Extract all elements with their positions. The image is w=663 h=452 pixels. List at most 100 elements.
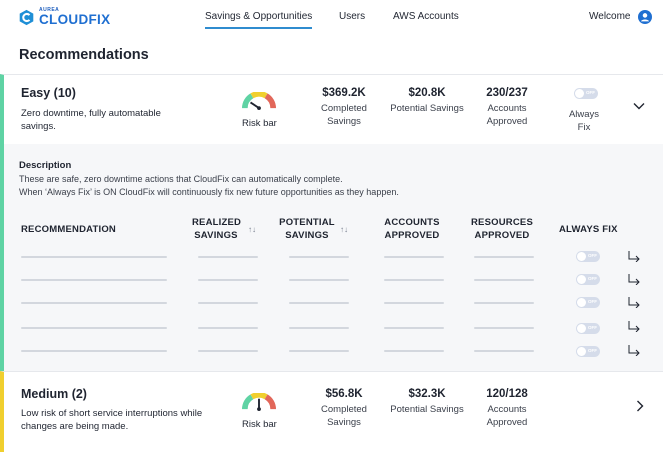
chevron-right-icon[interactable] [633,399,647,413]
nav-aws-accounts[interactable]: AWS Accounts [393,11,459,22]
loading-placeholder [198,279,258,281]
risk-gauge-icon [242,393,276,411]
row-always-fix-toggle[interactable]: OFF [576,297,600,308]
description-heading: Description [19,160,72,171]
nav-savings-opportunities[interactable]: Savings & Opportunities [205,11,313,29]
loading-placeholder [474,279,534,281]
loading-placeholder [289,327,349,329]
loading-placeholder [21,279,167,281]
accounts-approved-label: Accounts Approved [486,103,528,127]
potential-savings-label: Potential Savings [390,103,464,114]
completed-savings-label: Completed Savings [321,404,367,428]
column-header-line: RESOURCES [471,217,533,228]
completed-savings-stat: $369.2K Completed Savings [304,87,384,128]
accounts-approved-value: 230/237 [486,87,528,99]
row-always-fix-toggle[interactable]: OFF [576,274,600,285]
row-always-fix-toggle[interactable]: OFF [576,251,600,262]
cloudfix-logo[interactable]: AUREA CLOUDFIX [18,8,110,27]
loading-placeholder [384,279,444,281]
column-header-recommendation: RECOMMENDATION [21,224,116,235]
risk-bar-label: Risk bar [242,118,277,129]
description-line-2: When ‘Always Fix’ is ON CloudFix will co… [19,187,399,197]
drill-down-arrow-icon[interactable] [627,296,641,308]
loading-placeholder [198,327,258,329]
drill-down-arrow-icon[interactable] [627,320,641,332]
row-always-fix-toggle[interactable]: OFF [576,346,600,357]
tier-card-easy[interactable]: Easy (10) Zero downtime, fully automatab… [0,74,663,144]
loading-placeholder [21,302,167,304]
nav-users[interactable]: Users [339,11,365,22]
potential-savings-value: $20.8K [408,87,446,99]
sort-icon[interactable]: ↑↓ [340,225,348,234]
loading-placeholder [289,279,349,281]
toggle-state-text: OFF [588,276,597,281]
column-header-line: POTENTIAL [279,217,335,228]
completed-savings-value: $369.2K [322,87,366,99]
column-header-line: REALIZED [192,217,242,228]
welcome-text: Welcome [589,11,631,22]
always-fix-label: Always Fix [568,109,600,133]
toggle-state-text: OFF [586,90,595,95]
tier-title: Medium (2) [21,387,87,401]
description-line-1: These are safe, zero downtime actions th… [19,174,343,184]
user-avatar-icon[interactable] [638,10,652,24]
loading-placeholder [474,302,534,304]
loading-placeholder [474,327,534,329]
tier-description: Low risk of short service interruptions … [21,408,203,432]
loading-placeholder [21,327,167,329]
loading-placeholder [198,302,258,304]
column-header-accounts-approved: ACCOUNTS APPROVED [381,216,443,242]
column-header-line: ACCOUNTS [384,217,440,228]
column-header-resources-approved: RESOURCES APPROVED [469,216,535,242]
loading-placeholder [384,327,444,329]
potential-savings-label: Potential Savings [390,404,464,415]
loading-placeholder [474,350,534,352]
column-header-realized-savings[interactable]: REALIZED SAVINGS [192,216,242,242]
accounts-approved-value: 120/128 [486,388,528,400]
loading-placeholder [384,256,444,258]
loading-placeholder [289,256,349,258]
drill-down-arrow-icon[interactable] [627,250,641,262]
tier-description: Zero downtime, fully automatable savings… [21,108,161,132]
tier-title: Easy (10) [21,86,76,100]
column-header-line: APPROVED [384,230,440,241]
row-always-fix-toggle[interactable]: OFF [576,323,600,334]
top-navigation-bar: AUREA CLOUDFIX Savings & Opportunities U… [0,0,663,36]
accounts-approved-stat: 230/237 Accounts Approved [467,87,547,128]
easy-details-panel: Description These are safe, zero downtim… [0,144,663,371]
always-fix-toggle[interactable]: OFF [574,88,598,99]
risk-bar-label: Risk bar [242,419,277,430]
potential-savings-stat: $20.8K Potential Savings [387,87,467,115]
chevron-down-icon[interactable] [632,99,646,113]
loading-placeholder [198,350,258,352]
loading-placeholder [198,256,258,258]
loading-placeholder [474,256,534,258]
loading-placeholder [384,302,444,304]
page-title: Recommendations [19,47,149,63]
potential-savings-stat: $32.3K Potential Savings [387,388,467,416]
sort-icon[interactable]: ↑↓ [248,225,256,234]
column-header-potential-savings[interactable]: POTENTIAL SAVINGS [279,216,335,242]
logo-name: CLOUDFIX [39,12,111,27]
risk-gauge-icon [242,92,276,110]
drill-down-arrow-icon[interactable] [627,273,641,285]
potential-savings-value: $32.3K [408,388,446,400]
cloudfix-logo-icon [19,9,34,25]
loading-placeholder [21,350,167,352]
column-header-always-fix: ALWAYS FIX [559,224,618,235]
column-header-line: SAVINGS [285,230,329,241]
column-header-line: SAVINGS [194,230,238,241]
completed-savings-stat: $56.8K Completed Savings [304,388,384,429]
toggle-state-text: OFF [588,299,597,304]
drill-down-arrow-icon[interactable] [627,344,641,356]
completed-savings-value: $56.8K [325,388,363,400]
accounts-approved-label: Accounts Approved [486,404,528,428]
loading-placeholder [289,302,349,304]
completed-savings-label: Completed Savings [321,103,367,127]
toggle-state-text: OFF [588,325,597,330]
loading-placeholder [384,350,444,352]
toggle-state-text: OFF [588,253,597,258]
tier-card-medium[interactable]: Medium (2) Low risk of short service int… [0,371,663,452]
loading-placeholder [289,350,349,352]
accounts-approved-stat: 120/128 Accounts Approved [467,388,547,429]
